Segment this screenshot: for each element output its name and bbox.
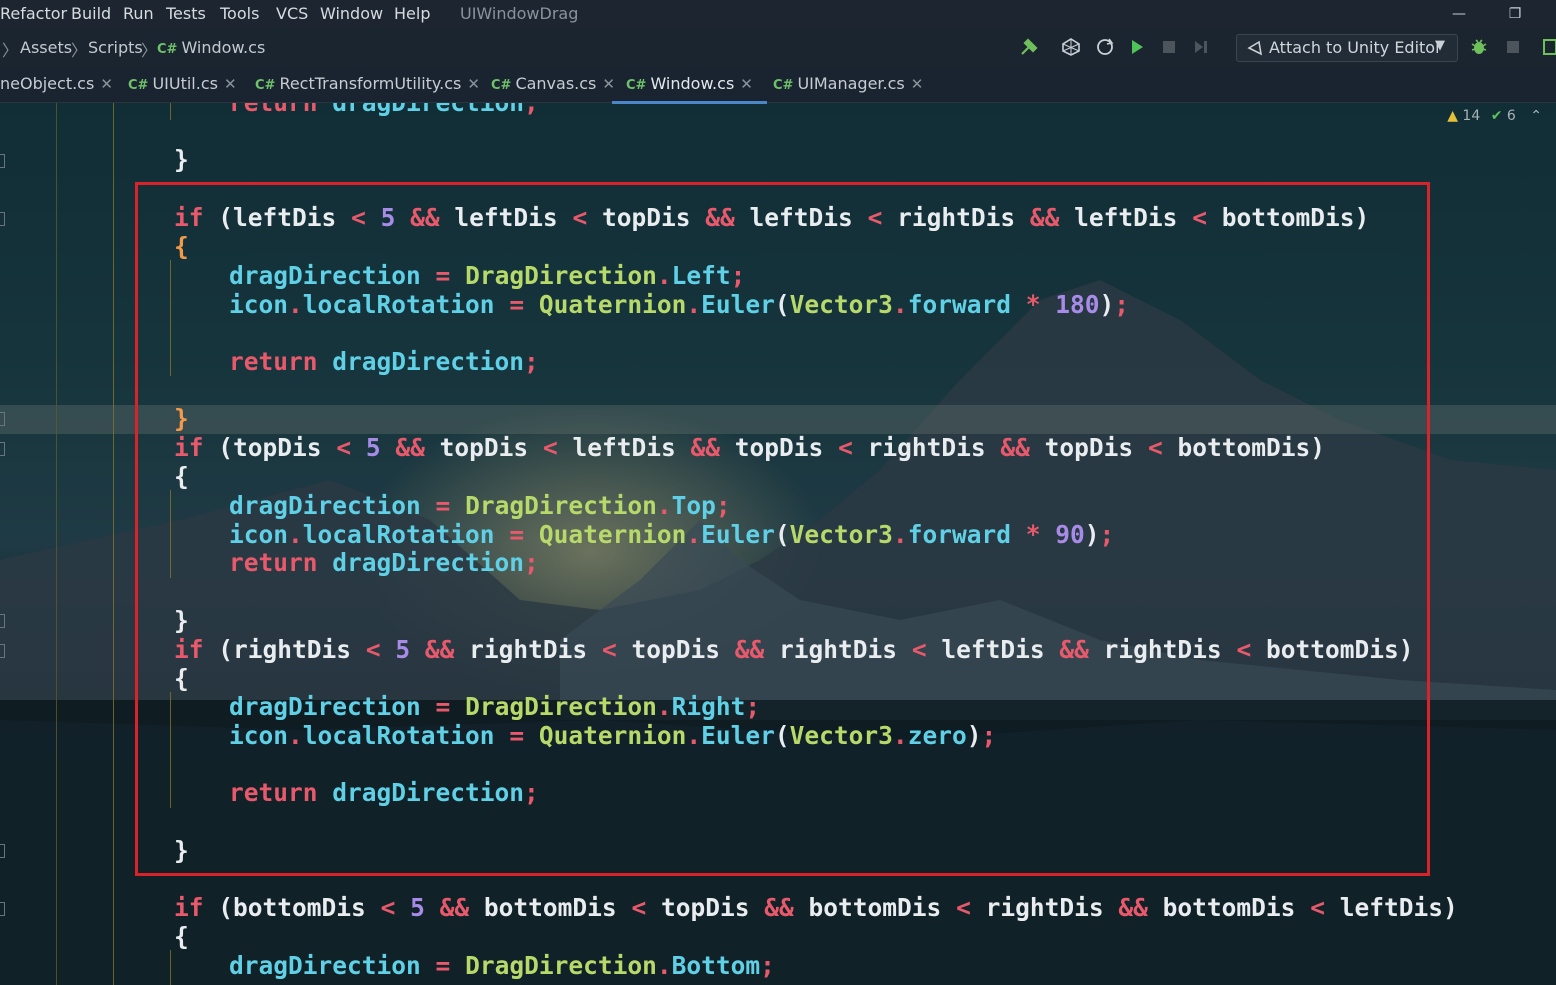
breadcrumb-file[interactable]: C# Window.cs: [157, 38, 265, 57]
menu-refactor[interactable]: Refactor: [0, 4, 67, 23]
fold-marker-icon[interactable]: [0, 614, 5, 628]
step-icon[interactable]: [1190, 36, 1212, 58]
window-title: UIWindowDrag: [460, 4, 579, 23]
navigation-toolbar: 〉 Assets 〉 Scripts 〉 C# Window.cs Attach …: [0, 28, 1556, 67]
tab-recttransformutility[interactable]: C# RectTransformUtility.cs ✕: [255, 67, 480, 101]
menu-window[interactable]: Window: [320, 4, 383, 23]
tab-label: Window.cs: [650, 74, 735, 93]
menu-tools[interactable]: Tools: [220, 4, 259, 23]
refresh-icon[interactable]: [1094, 36, 1116, 58]
stop-icon-2[interactable]: [1502, 36, 1524, 58]
code-line: if (bottomDis < 5 && bottomDis < topDis …: [174, 893, 1458, 922]
fold-marker-icon[interactable]: [0, 902, 5, 916]
menu-build[interactable]: Build: [71, 4, 111, 23]
tab-label: neObject.cs: [0, 74, 95, 93]
fold-marker-icon[interactable]: [0, 412, 5, 426]
close-icon[interactable]: ✕: [224, 75, 237, 93]
csharp-file-icon: C#: [491, 78, 512, 93]
ok-count: 6: [1506, 108, 1516, 124]
warning-icon: ▲: [1447, 108, 1458, 124]
close-icon[interactable]: ✕: [740, 75, 753, 93]
tab-label: UIManager.cs: [797, 74, 905, 93]
fold-marker-icon[interactable]: [0, 212, 5, 226]
close-icon[interactable]: ✕: [467, 75, 480, 93]
indent-guide: [170, 950, 171, 985]
breadcrumb-file-label: Window.cs: [181, 38, 266, 57]
fold-marker-icon[interactable]: [0, 154, 5, 168]
code-line: return dragDirection;: [229, 102, 539, 117]
tab-label: RectTransformUtility.cs: [279, 74, 462, 93]
fold-marker-icon[interactable]: [0, 644, 5, 658]
indent-guide: [170, 102, 171, 120]
tab-uiutil[interactable]: C# UIUtil.cs ✕: [128, 67, 237, 101]
run-icon[interactable]: [1126, 36, 1148, 58]
code-editor[interactable]: ▲ 14 ✔ 6 ⌃ return dragDirection;} if (lef…: [0, 102, 1556, 985]
csharp-file-icon: C#: [255, 78, 276, 93]
breadcrumb-assets[interactable]: Assets: [20, 38, 72, 57]
minimize-icon[interactable]: —: [1444, 2, 1474, 26]
menu-vcs[interactable]: VCS: [276, 4, 308, 23]
build-hammer-icon[interactable]: [1018, 36, 1040, 58]
warning-count: 14: [1462, 108, 1481, 124]
code-line: {: [174, 922, 189, 951]
check-icon: ✔: [1490, 108, 1503, 124]
gutter-separator: [56, 102, 57, 985]
menu-help[interactable]: Help: [394, 4, 430, 23]
tab-label: UIUtil.cs: [152, 74, 218, 93]
red-highlight-box: [135, 182, 1430, 876]
tab-label: Canvas.cs: [515, 74, 597, 93]
indent-guide: [113, 102, 114, 985]
breadcrumb-separator-icon: 〉: [2, 41, 19, 60]
tab-window[interactable]: C# Window.cs ✕: [612, 67, 767, 104]
inspection-widget[interactable]: ▲ 14 ✔ 6 ⌃: [1447, 108, 1542, 124]
unity-attach-icon: [1247, 40, 1263, 56]
menu-bar: Refactor Build Run Tests Tools VCS Windo…: [0, 0, 1556, 28]
csharp-file-icon: C#: [773, 78, 794, 93]
editor-tab-bar: neObject.cs ✕ C# UIUtil.cs ✕ C# RectTransfor…: [0, 67, 1556, 104]
debug-bug-icon[interactable]: [1468, 36, 1490, 58]
code-line: }: [174, 145, 189, 174]
tab-canvas[interactable]: C# Canvas.cs ✕: [491, 67, 615, 101]
unity-icon[interactable]: [1060, 36, 1082, 58]
tab-uimanager[interactable]: C# UIManager.cs ✕: [773, 67, 923, 101]
fold-marker-icon[interactable]: [0, 844, 5, 858]
csharp-file-icon: C#: [128, 78, 149, 93]
close-icon[interactable]: ✕: [911, 75, 924, 93]
code-line: dragDirection = DragDirection.Bottom;: [229, 951, 775, 980]
tab-gameobject[interactable]: neObject.cs ✕: [0, 67, 113, 101]
menu-tests[interactable]: Tests: [166, 4, 206, 23]
stop-icon[interactable]: [1158, 36, 1180, 58]
breadcrumb-scripts[interactable]: Scripts: [88, 38, 143, 57]
close-icon[interactable]: ✕: [100, 75, 113, 93]
run-config-icon[interactable]: [1540, 36, 1556, 58]
breadcrumb-separator-icon: 〉: [141, 41, 158, 60]
attach-label: Attach to Unity Editor: [1269, 38, 1442, 57]
fold-marker-icon[interactable]: [0, 442, 5, 456]
collapse-icon[interactable]: ⌃: [1530, 108, 1542, 124]
breadcrumb-separator-icon: 〉: [71, 41, 88, 60]
attach-to-unity-dropdown[interactable]: Attach to Unity Editor ▼: [1236, 34, 1458, 62]
menu-run[interactable]: Run: [123, 4, 154, 23]
csharp-file-icon: C#: [626, 78, 647, 93]
restore-window-icon[interactable]: ❐: [1500, 2, 1530, 26]
dropdown-icon: ▼: [1435, 38, 1445, 53]
csharp-file-icon: C#: [157, 42, 178, 57]
